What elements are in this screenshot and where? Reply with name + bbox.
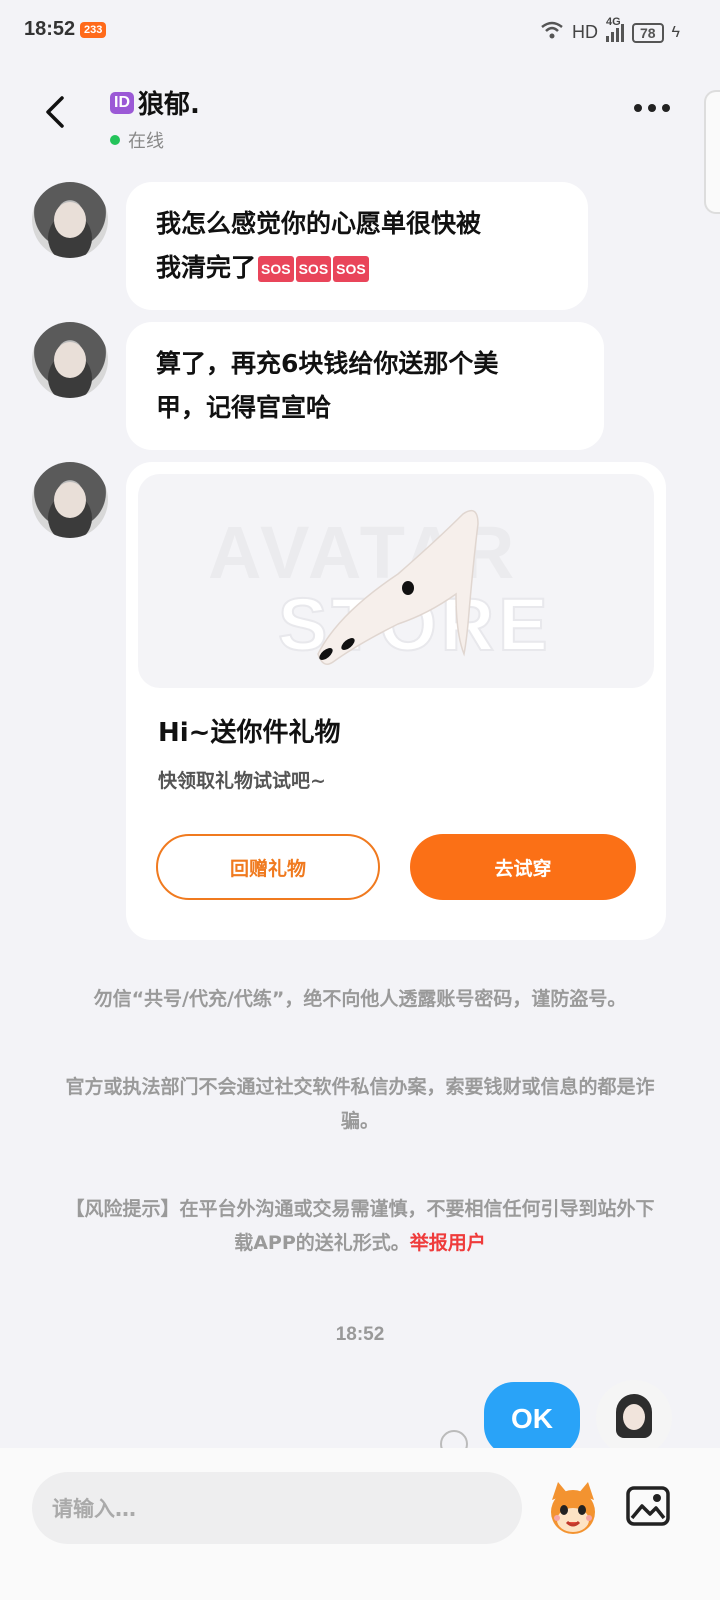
sos-emoji-icon: SOS xyxy=(258,256,294,282)
sos-emoji-icon: SOS xyxy=(295,256,332,282)
more-dot-icon xyxy=(648,104,656,112)
message-text: 我怎么感觉你的心愿单很快被 xyxy=(156,209,482,238)
chat-title[interactable]: ID 狼郁. 在线 xyxy=(110,84,200,153)
message-text: 算了，再充6块钱给你送那个美 xyxy=(156,349,499,378)
gift-title: Hi~送你件礼物 xyxy=(158,718,341,748)
status-indicators: HD 4G 78 ϟ xyxy=(540,16,680,45)
safety-notice: 官方或执法部门不会通过社交软件私信办案，索要钱财或信息的都是诈骗。 xyxy=(65,1076,655,1132)
nail-art-hand-icon xyxy=(317,509,479,665)
charging-icon: ϟ xyxy=(671,23,680,41)
network-type: HD xyxy=(571,22,598,42)
gift-subtitle: 快领取礼物试试吧~ xyxy=(158,770,326,792)
wifi-icon xyxy=(540,20,564,45)
back-button[interactable] xyxy=(40,92,70,132)
report-user-link[interactable]: 举报用户 xyxy=(410,1232,486,1254)
signal-icon: 4G xyxy=(605,16,624,42)
message-text: 我清完了 xyxy=(156,253,257,282)
message-timestamp: 18:52 xyxy=(335,1324,385,1345)
message-bubble[interactable]: 我怎么感觉你的心愿单很快被 我清完了 SOS SOS SOS xyxy=(126,182,588,310)
my-avatar[interactable] xyxy=(596,1380,672,1456)
more-dot-icon xyxy=(662,104,670,112)
chevron-left-icon xyxy=(46,96,64,128)
risk-notice: 【风险提示】在平台外沟通或交易需谨慎，不要相信任何引导到站外下载APP的送礼形式… xyxy=(60,1192,660,1260)
app-notification-badge: 233 xyxy=(80,22,107,38)
image-icon xyxy=(626,1486,670,1526)
side-panel-handle[interactable] xyxy=(704,90,720,214)
input-bar: 请输入… xyxy=(0,1448,720,1600)
more-dot-icon xyxy=(634,104,642,112)
my-message-bubble[interactable]: OK xyxy=(484,1382,580,1456)
mascot-emoji-icon xyxy=(551,1482,595,1534)
try-on-button[interactable]: 去试穿 xyxy=(410,834,636,900)
online-status-label: 在线 xyxy=(128,131,164,152)
risk-notice-text: 【风险提示】在平台外沟通或交易需谨慎，不要相信任何引导到站外下载APP的送礼形式… xyxy=(65,1198,655,1254)
message-text: 甲，记得官宣哈 xyxy=(156,393,332,422)
message-bubble[interactable]: 算了，再充6块钱给你送那个美 甲，记得官宣哈 xyxy=(126,322,604,450)
battery-indicator: 78 xyxy=(631,22,664,43)
signal-label: 4G xyxy=(605,15,621,28)
contact-avatar[interactable] xyxy=(32,462,108,538)
sos-emoji-icon: SOS xyxy=(333,256,369,282)
more-options-button[interactable] xyxy=(634,104,670,112)
chat-header: ID 狼郁. 在线 xyxy=(0,64,720,160)
gift-card[interactable]: AVATAR STORE Hi~送你件礼物 快领取礼物试试吧~ 回赠礼物 去试穿 xyxy=(126,462,666,940)
gift-image: AVATAR STORE xyxy=(138,474,654,688)
online-dot-icon xyxy=(110,135,120,145)
input-placeholder: 请输入… xyxy=(52,1497,136,1521)
status-time: 18:52 xyxy=(24,18,76,40)
contact-avatar[interactable] xyxy=(32,182,108,258)
contact-avatar[interactable] xyxy=(32,322,108,398)
status-bar: 18:52 233 HD 4G 78 ϟ xyxy=(0,0,720,64)
contact-name: 狼郁. xyxy=(138,90,200,120)
online-status: 在线 xyxy=(110,127,200,153)
emoji-button[interactable] xyxy=(542,1478,604,1540)
message-input[interactable]: 请输入… xyxy=(32,1472,522,1544)
safety-notice: 勿信“共号/代充/代练”，绝不向他人透露账号密码，谨防盗号。 xyxy=(93,988,627,1010)
return-gift-button[interactable]: 回赠礼物 xyxy=(156,834,380,900)
id-badge-icon: ID xyxy=(110,91,134,114)
image-picker-button[interactable] xyxy=(624,1482,672,1530)
